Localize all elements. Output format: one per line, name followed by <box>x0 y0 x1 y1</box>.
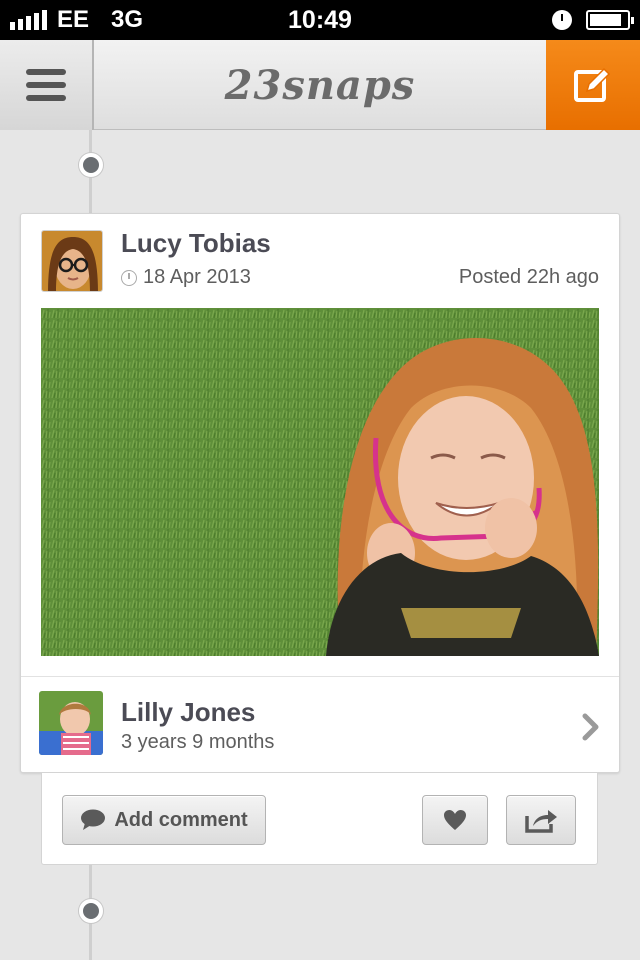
speech-bubble-icon <box>81 809 106 830</box>
timeline-dot <box>79 899 103 923</box>
nav-bar: 23snaps <box>0 40 640 130</box>
post-date-text: 18 Apr 2013 <box>143 266 251 288</box>
hamburger-line <box>26 95 66 101</box>
post-actions-bar: Add comment <box>41 773 598 865</box>
signal-strength-icon <box>10 10 47 30</box>
share-arrow-icon <box>525 810 557 833</box>
share-button[interactable] <box>506 795 576 845</box>
alarm-clock-icon <box>552 10 572 30</box>
child-avatar <box>39 691 103 755</box>
timeline-dot <box>79 153 103 177</box>
compose-edit-icon <box>574 67 611 102</box>
hamburger-line <box>26 82 66 88</box>
post-photo[interactable] <box>41 308 599 656</box>
heart-icon <box>444 810 466 830</box>
chevron-right-icon <box>582 713 599 741</box>
author-avatar[interactable] <box>41 230 103 292</box>
post-card: Lucy Tobias 18 Apr 2013 Posted 22h ago L… <box>20 213 620 773</box>
like-button[interactable] <box>422 795 488 845</box>
status-bar: EE 3G 10:49 <box>0 0 640 40</box>
child-profile-row[interactable]: Lilly Jones 3 years 9 months <box>21 677 619 773</box>
child-age: 3 years 9 months <box>121 731 275 753</box>
post-date: 18 Apr 2013 <box>121 266 251 289</box>
app-title: 23snaps <box>224 61 416 109</box>
carrier-label: EE <box>57 6 90 33</box>
author-name[interactable]: Lucy Tobias <box>121 228 271 259</box>
hamburger-menu-icon <box>26 69 66 75</box>
clock-icon <box>121 269 137 286</box>
add-comment-button[interactable]: Add comment <box>62 795 266 845</box>
add-comment-label: Add comment <box>114 808 248 831</box>
compose-button[interactable] <box>546 40 640 130</box>
battery-icon <box>586 10 634 30</box>
posted-ago: Posted 22h ago <box>458 266 599 288</box>
menu-button[interactable] <box>0 40 94 130</box>
child-name: Lilly Jones <box>121 697 256 727</box>
network-label: 3G <box>111 6 144 33</box>
